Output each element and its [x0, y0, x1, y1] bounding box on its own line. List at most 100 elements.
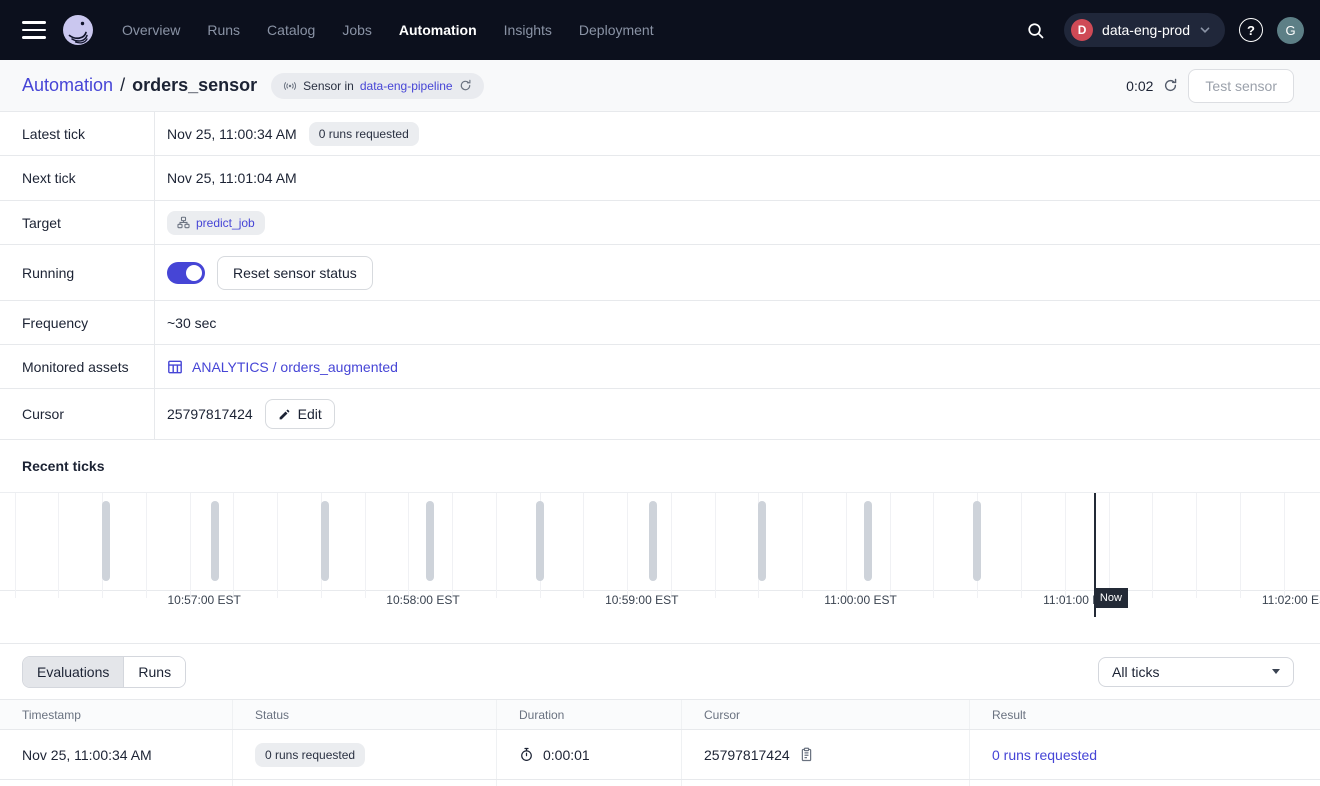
- chart-gridline: [846, 493, 847, 598]
- refresh-icon: [1163, 78, 1178, 93]
- tick-bar[interactable]: [649, 501, 657, 581]
- axis-tick-label: 11:02:00 EST: [1262, 593, 1320, 607]
- chart-gridline: [1152, 493, 1153, 598]
- row-cursor: 25797817424: [704, 747, 790, 763]
- axis-tick-label: 10:58:00 EST: [386, 593, 459, 607]
- tick-bar[interactable]: [973, 501, 981, 581]
- latest-tick-label: Latest tick: [0, 112, 155, 155]
- latest-tick-status-badge: 0 runs requested: [309, 122, 419, 146]
- tick-bar[interactable]: [758, 501, 766, 581]
- chart-gridline: [1196, 493, 1197, 598]
- repo-link[interactable]: data-eng-pipeline: [360, 79, 453, 93]
- chart-gridline: [627, 493, 628, 598]
- tick-bar[interactable]: [321, 501, 329, 581]
- workspace-switcher[interactable]: D data-eng-prod: [1064, 13, 1225, 47]
- table-header: Timestamp Status Duration Cursor Result: [0, 699, 1320, 730]
- chart-gridline: [890, 493, 891, 598]
- chart-gridline: [583, 493, 584, 598]
- now-marker-label: Now: [1094, 588, 1128, 608]
- running-toggle[interactable]: [167, 262, 205, 284]
- target-job-chip[interactable]: predict_job: [167, 211, 265, 235]
- latest-tick-row: Latest tick Nov 25, 11:00:34 AM 0 runs r…: [0, 112, 1320, 156]
- cursor-label: Cursor: [0, 389, 155, 439]
- nav-item-deployment[interactable]: Deployment: [579, 22, 654, 38]
- tick-bar[interactable]: [211, 501, 219, 581]
- frequency-label: Frequency: [0, 301, 155, 344]
- stopwatch-icon: [519, 747, 534, 762]
- col-timestamp: Timestamp: [0, 700, 233, 729]
- chart-gridline: [452, 493, 453, 598]
- chart-gridline: [1240, 493, 1241, 598]
- pencil-icon: [278, 408, 291, 421]
- tab-runs[interactable]: Runs: [123, 657, 185, 687]
- chart-gridline: [408, 493, 409, 598]
- chart-gridline: [802, 493, 803, 598]
- col-cursor: Cursor: [682, 700, 970, 729]
- recent-ticks-section: Recent ticks 10:57:00 EST10:58:00 EST10:…: [0, 440, 1320, 644]
- search-icon[interactable]: [1020, 15, 1050, 45]
- chart-gridline: [496, 493, 497, 598]
- axis-tick-label: 11:00:00 EST: [824, 593, 897, 607]
- row-status-badge: 0 runs requested: [255, 743, 365, 767]
- tick-bar[interactable]: [426, 501, 434, 581]
- chart-gridline: [146, 493, 147, 598]
- nav-item-automation[interactable]: Automation: [399, 22, 477, 38]
- table-row-partial: [0, 780, 1320, 786]
- top-nav: Overview Runs Catalog Jobs Automation In…: [0, 0, 1320, 60]
- breadcrumb-automation-link[interactable]: Automation: [22, 75, 113, 96]
- workspace-badge: D: [1071, 19, 1093, 41]
- monitored-assets-label: Monitored assets: [0, 345, 155, 388]
- page-title: orders_sensor: [132, 75, 257, 96]
- nav-item-jobs[interactable]: Jobs: [342, 22, 372, 38]
- target-label: Target: [0, 201, 155, 244]
- chart-gridline: [715, 493, 716, 598]
- axis-tick-label: 10:57:00 EST: [167, 593, 240, 607]
- running-label: Running: [0, 245, 155, 300]
- table-row: Nov 25, 11:00:34 AM 0 runs requested 0:0…: [0, 730, 1320, 780]
- axis-tick-label: 10:59:00 EST: [605, 593, 678, 607]
- tab-evaluations[interactable]: Evaluations: [23, 657, 123, 687]
- dagster-logo[interactable]: [62, 14, 94, 46]
- nav-item-insights[interactable]: Insights: [504, 22, 552, 38]
- chart-gridline: [1021, 493, 1022, 598]
- tick-filter-select[interactable]: All ticks: [1098, 657, 1294, 687]
- nav-item-runs[interactable]: Runs: [207, 22, 240, 38]
- chart-gridline: [190, 493, 191, 598]
- cursor-value: 25797817424: [167, 406, 253, 422]
- refresh-countdown: 0:02: [1126, 78, 1153, 94]
- next-tick-label: Next tick: [0, 156, 155, 200]
- ticks-timeline-chart: 10:57:00 EST 10:58:00 EST 10:59:00 EST 11:0…: [0, 492, 1320, 644]
- chart-gridline: [277, 493, 278, 598]
- edit-cursor-button[interactable]: Edit: [265, 399, 335, 429]
- frequency-value: ~30 sec: [167, 315, 216, 331]
- badge-refresh-icon: [459, 79, 472, 92]
- copy-cursor-icon[interactable]: [799, 747, 814, 762]
- latest-tick-value: Nov 25, 11:00:34 AM: [167, 126, 297, 142]
- target-row: Target predict_job: [0, 201, 1320, 245]
- col-status: Status: [233, 700, 497, 729]
- page-header: Automation / orders_sensor Sensor in dat…: [0, 60, 1320, 112]
- cursor-row: Cursor 25797817424 Edit: [0, 389, 1320, 440]
- nav-item-catalog[interactable]: Catalog: [267, 22, 315, 38]
- monitored-asset-link[interactable]: ANALYTICS / orders_augmented: [167, 359, 398, 375]
- avatar[interactable]: G: [1277, 17, 1304, 44]
- next-tick-row: Next tick Nov 25, 11:01:04 AM: [0, 156, 1320, 201]
- target-job-name: predict_job: [196, 216, 255, 230]
- test-sensor-button[interactable]: Test sensor: [1188, 69, 1294, 103]
- tick-bar[interactable]: [864, 501, 872, 581]
- breadcrumb-separator: /: [120, 75, 125, 96]
- sensor-badge-text: Sensor in: [303, 79, 354, 93]
- caret-down-icon: [1272, 669, 1280, 674]
- nav-item-overview[interactable]: Overview: [122, 22, 180, 38]
- sensor-type-badge: Sensor in data-eng-pipeline: [271, 73, 483, 99]
- chart-gridline: [1109, 493, 1110, 598]
- help-icon[interactable]: ?: [1239, 18, 1263, 42]
- row-result-link[interactable]: 0 runs requested: [992, 747, 1097, 763]
- chart-gridline: [15, 493, 16, 598]
- reset-sensor-status-button[interactable]: Reset sensor status: [217, 256, 373, 290]
- tick-bar[interactable]: [536, 501, 544, 581]
- running-row: Running Reset sensor status: [0, 245, 1320, 301]
- chart-gridline: [58, 493, 59, 598]
- tick-bar[interactable]: [102, 501, 110, 581]
- menu-icon[interactable]: [22, 21, 46, 39]
